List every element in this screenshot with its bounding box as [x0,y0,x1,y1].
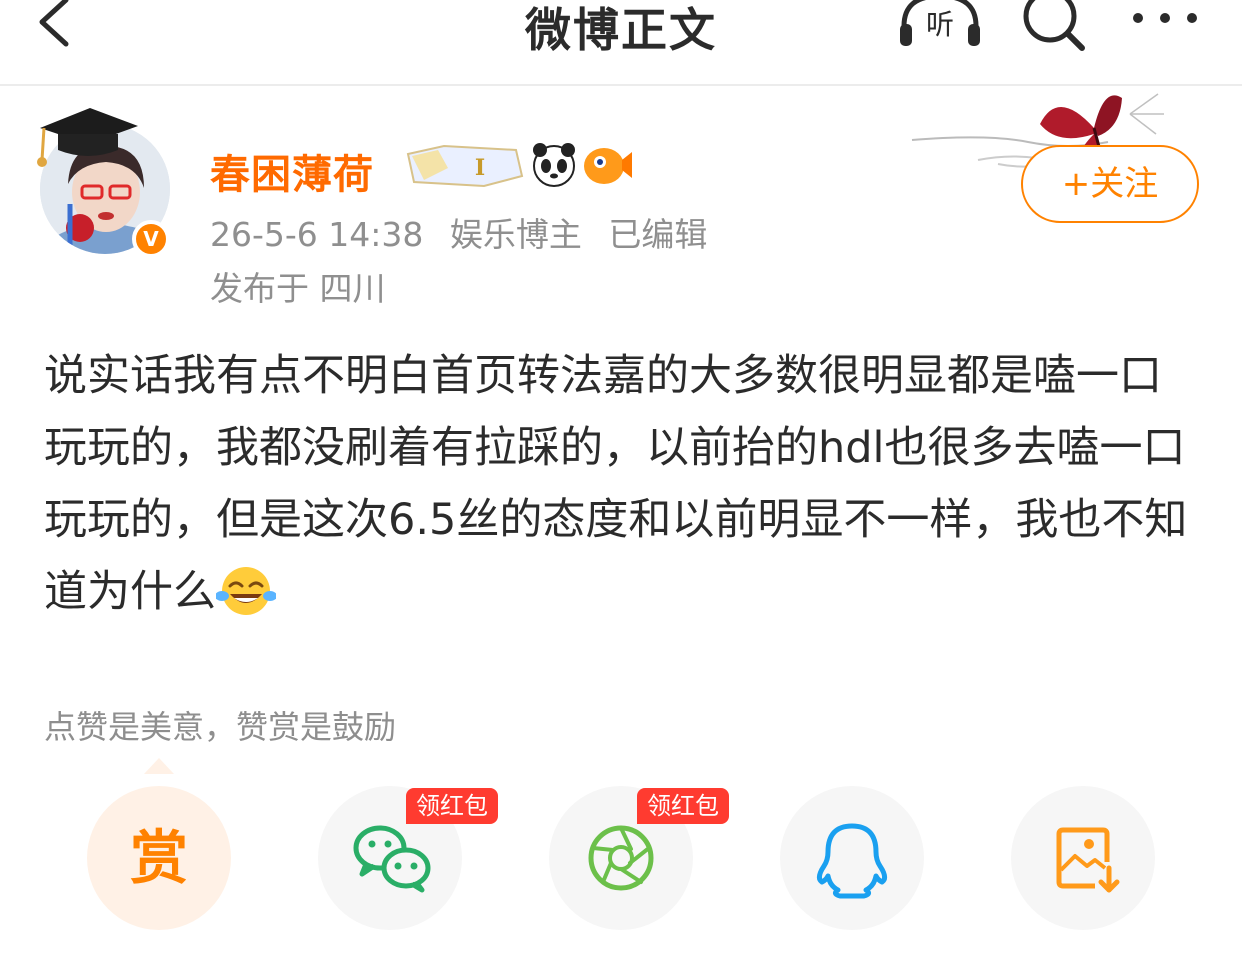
post-content: 说实话我有点不明白首页转法嘉的大多数很明显都是嗑一口玩玩的，我都没刷着有拉踩的，… [44,340,1204,628]
svg-text:I: I [475,155,485,181]
edited-label[interactable]: 已编辑 [608,215,707,254]
verified-badge: V [132,220,170,258]
level-badge-icon: I [406,144,524,188]
follow-button[interactable]: +关注 [1021,145,1199,223]
save-image-icon [1056,827,1120,893]
reward-button-label: 赏 [129,824,188,892]
post-location: 发布于 四川 [210,269,386,308]
wechat-red-packet-tag: 领红包 [406,788,498,824]
search-icon[interactable] [1018,0,1088,52]
post-meta: 26-5-6 14:38 娱乐博主 已编辑 [210,208,723,256]
save-image-button[interactable] [1011,786,1155,930]
fish-badge-icon [584,148,632,184]
author-name[interactable]: 春困薄荷 [210,142,374,200]
more-options-icon[interactable] [1130,8,1200,28]
listen-label: 听 [926,8,954,41]
reward-pointer-icon [144,758,174,774]
top-nav-bar: 微博正文 听 [0,0,1242,86]
panda-badge-icon [533,143,575,187]
moments-red-packet-tag: 领红包 [637,788,729,824]
qq-icon [816,823,888,899]
user-badges[interactable]: I [404,142,634,190]
post-time: 26-5-6 14:38 [210,215,424,254]
listen-headphone-icon[interactable]: 听 [898,0,982,50]
author-avatar[interactable]: V [30,104,180,264]
author-role: 娱乐博主 [449,215,582,254]
laugh-cry-emoji-icon [216,567,276,615]
share-qq-button[interactable] [780,786,924,930]
reward-button[interactable]: 赏 [87,786,231,930]
graduation-cap-icon [37,108,138,167]
reward-prompt-text: 点赞是美意，赞赏是鼓励 [44,708,397,746]
